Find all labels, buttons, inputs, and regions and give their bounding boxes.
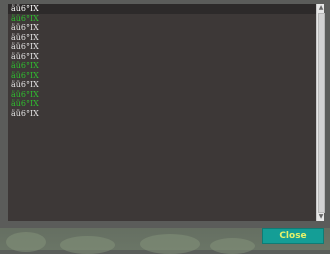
log-line: äü6°IX [11,13,39,23]
background-foliage [210,238,255,254]
log-line: äü6°IX [8,4,316,14]
log-line: äü6°IX [11,23,39,32]
scrollbar-thumb[interactable] [318,13,325,213]
background-foliage [6,232,46,252]
background-foliage [60,236,115,254]
log-line: äü6°IX [11,32,39,42]
log-line: äü6°IX [11,70,39,80]
log-line: äü6°IX [11,42,39,51]
chat-log-list[interactable]: äü6°IX äü6°IX äü6°IX äü6°IX äü6°IX äü6°IX äü6°… [8,4,316,221]
chat-log-panel: äü6°IX äü6°IX äü6°IX äü6°IX äü6°IX äü6°IX äü6°… [0,0,330,228]
log-line: äü6°IX [11,51,39,61]
log-line: äü6°IX [11,80,39,89]
log-scrollbar[interactable]: ▲ ▼ [316,4,325,221]
background-foliage [140,234,200,254]
chevron-up-icon[interactable]: ▲ [317,4,325,12]
log-line: äü6°IX [11,61,39,70]
log-line: äü6°IX [11,99,39,108]
chevron-down-icon[interactable]: ▼ [317,213,325,221]
close-button[interactable]: Close [262,228,324,244]
log-line: äü6°IX [11,89,39,99]
log-line: äü6°IX [11,108,39,118]
